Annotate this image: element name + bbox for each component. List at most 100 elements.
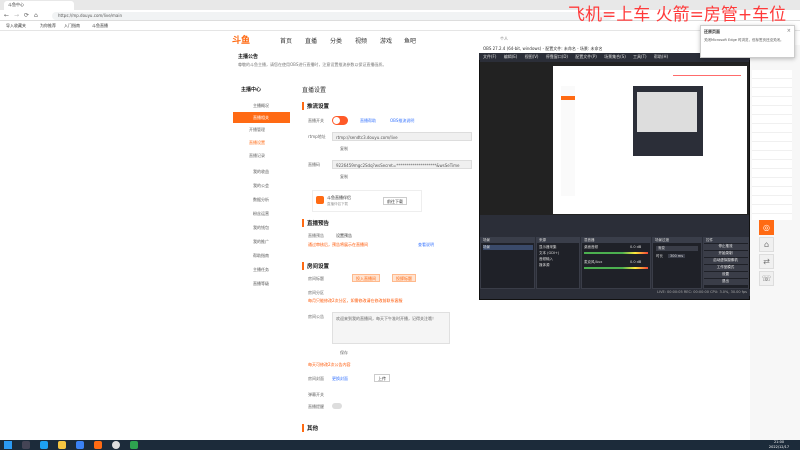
obs-mixer-channel: 麦克风/Aux [584,260,603,264]
record-float-button[interactable]: ◎ [759,220,774,235]
room-notice-textarea[interactable]: 欢迎来到我的直播间，每天下午准时开播，记得关注哦！ [332,312,450,344]
sidebar-item-level[interactable]: 直播等级 [233,278,290,289]
room-title-label: 房间标题 [308,276,324,281]
sidebar-item-label: 开播管理 [249,127,265,132]
stream-help-link[interactable]: 直播帮助 [360,118,376,124]
companion-icon [316,196,324,204]
section-other: 其他 [302,424,318,432]
sidebar-sub-records[interactable]: 直播记录 [233,151,290,161]
room-button-1[interactable]: 投入直播间 [352,274,380,282]
obs-record-button[interactable]: 开始录制 [703,251,748,257]
home-float-icon[interactable]: ⌂ [759,237,774,252]
douyu-logo[interactable]: 斗鱼 [232,33,266,47]
obs-stop-stream-button[interactable]: 停止推流 [703,244,748,250]
sidebar-item-fans[interactable]: 粉丝运营 [233,208,290,219]
remind-toggle[interactable] [332,403,342,409]
sidebar-sub-manage[interactable]: 开播管理 [233,125,290,135]
sidebar-item-tasks[interactable]: 主播任务 [233,264,290,275]
rtmp-copy[interactable]: 复制 [340,146,348,152]
obs-source-item[interactable]: 音频输入 [539,257,553,262]
capture-sidebar [561,86,575,196]
sidebar-item-data[interactable]: 数据分析 [233,194,290,205]
obs-studio-button[interactable]: 工作室模式 [703,265,748,271]
nav-home[interactable]: 首页 [280,36,292,45]
share-float-icon[interactable]: ⇄ [759,254,774,269]
user-profile-label[interactable]: 个人 [500,36,508,42]
url-input[interactable]: https://mp.douyu.com/live/main [52,12,612,20]
nav-video[interactable]: 视频 [355,36,367,45]
obs-scene-item[interactable]: 场景 [483,245,533,250]
taskbar-store-icon[interactable] [76,441,84,449]
sidebar-item-guild[interactable]: 我的公会 [233,180,290,191]
bookmark-item[interactable]: 入门指南 [64,23,80,29]
nav-yuba[interactable]: 鱼吧 [404,36,416,45]
room-warning-2: 每天可修改2次公告内容 [308,362,351,367]
refresh-icon[interactable]: ⟳ [24,12,29,19]
bookmark-item[interactable]: 斗鱼直播 [92,23,108,29]
sidebar-item-label: 我的钱包 [253,225,269,230]
sidebar-item-label: 直播记录 [249,153,265,158]
taskbar-obs-icon[interactable] [112,441,120,449]
preview-set[interactable]: 设置预告 [336,233,352,239]
sidebar-sub-settings[interactable]: 直播设置 [233,138,290,148]
obs-meter [584,267,648,269]
nav-category[interactable]: 分类 [330,36,342,45]
obs-settings-button[interactable]: 设置 [703,272,748,278]
obs-menu-scenes[interactable]: 场景集合(S) [604,54,626,59]
obs-menu-file[interactable]: 文件(F) [483,54,496,59]
obs-menu-dock[interactable]: 停靠窗口(D) [546,54,568,59]
obs-source-item[interactable]: 文本 (GDI+) [539,251,559,256]
companion-download-button[interactable]: 前往下载 [383,197,407,205]
obs-menu-edit[interactable]: 编辑(E) [504,54,518,59]
stream-toggle[interactable] [332,116,348,125]
obs-controls-header: 控件 [703,237,749,243]
sidebar-item-help[interactable]: 帮助指南 [233,250,290,261]
bookmark-item[interactable]: 为你推荐 [40,23,56,29]
support-float-icon[interactable]: ☏ [759,271,774,286]
popup-text: 关闭Microsoft Edge 时浏览，但标签页还没关闭。 [704,38,784,42]
stream-key-input[interactable]: 9226459mgc2Sdq?wsSecret=****************… [332,160,472,169]
taskbar-clock[interactable]: 21:00 2022/12/17 [760,440,798,450]
obs-exit-button[interactable]: 退出 [703,279,748,285]
taskbar-explorer-icon[interactable] [58,441,66,449]
obs-menu-view[interactable]: 视图(V) [525,54,539,59]
room-save[interactable]: 保存 [340,350,348,356]
taskbar-search-icon[interactable] [22,441,30,449]
room-button-2[interactable]: 投掷标题 [392,274,416,282]
sidebar-item-promo[interactable]: 我的推广 [233,236,290,247]
obs-source-item[interactable]: 显示器采集 [539,245,557,250]
obs-meter [584,252,648,254]
browser-tab[interactable]: 斗鱼中心 [4,1,74,10]
nav-game[interactable]: 游戏 [380,36,392,45]
rtmp-input[interactable]: rtmp://sendtc3.douyu.com/live [332,132,472,141]
obs-transition-select[interactable]: 渐变 [656,246,698,251]
key-copy[interactable]: 复制 [340,174,348,180]
nav-live[interactable]: 直播 [305,36,317,45]
sidebar-item-wallet[interactable]: 我的钱包 [233,222,290,233]
cover-upload-button[interactable]: 上传 [374,374,390,382]
obs-menu-tools[interactable]: 工具(T) [633,54,647,59]
obs-vcam-button[interactable]: 启动虚拟摄像机 [703,258,748,264]
obs-duration-input[interactable]: 300 ms [668,254,686,258]
sidebar-item-live[interactable]: 直播相关 [233,112,290,123]
preview-help-link[interactable]: 查看说明 [418,242,434,248]
popup-close-icon[interactable]: × [787,28,791,34]
taskbar-app-icon[interactable] [94,441,102,449]
preview-label: 直播预告 [308,233,324,238]
taskbar-edge-icon[interactable] [40,441,48,449]
taskbar-app2-icon[interactable] [130,441,138,449]
obs-menu-profile[interactable]: 配置文件(P) [575,54,597,59]
obs-menu-help[interactable]: 帮助(H) [654,54,668,59]
windows-start-icon[interactable] [4,441,12,449]
bookmark-item[interactable]: 导入收藏夹 [6,23,26,29]
sidebar-item-income[interactable]: 我的收益 [233,166,290,177]
back-icon[interactable]: ← [4,12,9,19]
room-category-label: 房间分区 [308,290,324,295]
cover-link[interactable]: 更换封面 [332,376,348,382]
obs-source-item[interactable]: 媒体源 [539,263,550,268]
home-icon[interactable]: ⌂ [34,12,38,19]
sidebar-item-overview[interactable]: 主播概况 [233,100,290,111]
remind-switch-label: 直播提醒 [308,404,324,409]
obs-guide-link[interactable]: OBS推流说明 [390,118,414,124]
forward-icon[interactable]: → [14,12,19,19]
